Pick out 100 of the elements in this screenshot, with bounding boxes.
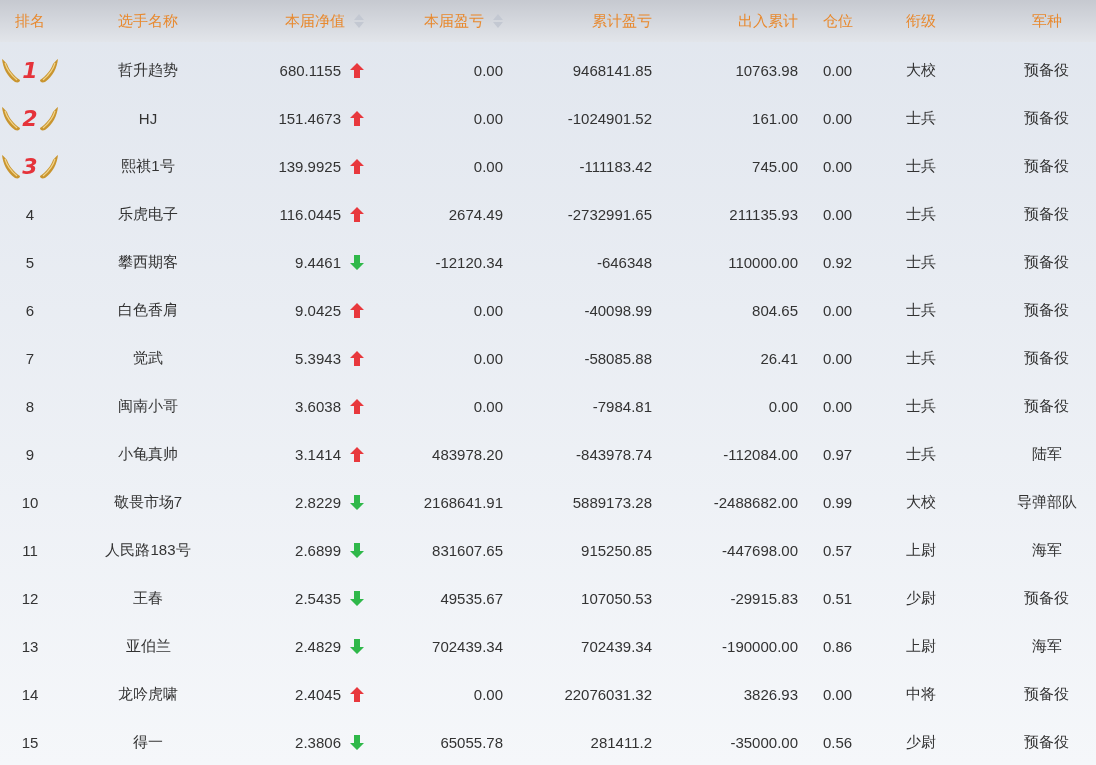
table-cell: -35000.00 <box>730 733 798 751</box>
table-cell: 0.00 <box>473 349 503 367</box>
rank-number: 10 <box>21 493 39 511</box>
table-cell: 0.00 <box>822 349 853 367</box>
table-cell: 预备役 <box>1024 108 1069 128</box>
player-name: 乐虎电子 <box>118 204 178 224</box>
column-header[interactable]: 本届盈亏 <box>424 11 503 31</box>
table-cell: 281411.2 <box>590 733 652 751</box>
table-cell: -1024901.52 <box>567 109 652 127</box>
table-cell: 预备役 <box>1024 348 1069 368</box>
table-cell: 2.8229 <box>295 493 341 511</box>
table-cell: 107050.53 <box>581 589 652 607</box>
table-cell: -2488682.00 <box>713 493 798 511</box>
player-name: 敬畏市场7 <box>113 492 183 512</box>
table-cell: 0.00 <box>473 109 503 127</box>
table-cell: 915250.85 <box>581 541 652 559</box>
table-cell: 士兵 <box>906 348 936 368</box>
table-cell: 士兵 <box>906 252 936 272</box>
table-cell: 士兵 <box>906 300 936 320</box>
table-cell: 导弹部队 <box>1016 492 1077 512</box>
table-cell: 士兵 <box>906 444 936 464</box>
table-cell: 10763.98 <box>735 61 798 79</box>
table-cell: 士兵 <box>906 156 936 176</box>
table-cell: -7984.81 <box>592 397 652 415</box>
table-cell: 大校 <box>906 60 936 80</box>
player-name: 白色香肩 <box>118 300 178 320</box>
table-cell: 831607.65 <box>432 541 503 559</box>
rank-number: 15 <box>21 733 39 751</box>
table-cell: 陆军 <box>1031 444 1062 464</box>
table-cell: 26.41 <box>760 349 798 367</box>
rank-number: 12 <box>21 589 39 607</box>
table-cell: 0.00 <box>822 61 853 79</box>
table-cell: 0.00 <box>822 301 853 319</box>
wing-icon <box>1 104 22 132</box>
rank-number: 13 <box>21 637 39 655</box>
table-cell: 2.4045 <box>295 685 341 703</box>
table-cell: 士兵 <box>906 108 936 128</box>
player-name: 闽南小哥 <box>118 396 178 416</box>
rank-number: 8 <box>25 397 35 415</box>
table-cell: 0.00 <box>822 205 853 223</box>
table-cell: 139.9925 <box>278 157 341 175</box>
player-name: HJ <box>138 109 158 127</box>
table-cell: 2.3806 <box>295 733 341 751</box>
table-cell: 预备役 <box>1024 588 1069 608</box>
table-cell: 483978.20 <box>432 445 503 463</box>
rank-number: 14 <box>21 685 39 703</box>
table-cell: 2168641.91 <box>423 493 503 511</box>
table-cell: 少尉 <box>906 732 936 752</box>
wing-icon <box>38 152 59 180</box>
table-cell: 3826.93 <box>743 685 798 703</box>
table-cell: 0.97 <box>822 445 853 463</box>
table-cell: 预备役 <box>1024 156 1069 176</box>
column-header: 军种 <box>1031 11 1062 31</box>
table-cell: 预备役 <box>1024 252 1069 272</box>
rank-number: 3 <box>22 153 38 179</box>
table-cell: 预备役 <box>1024 204 1069 224</box>
rank-number: 1 <box>22 57 38 83</box>
column-header: 衔级 <box>906 11 936 31</box>
table-cell: 0.99 <box>822 493 853 511</box>
table-cell: -190000.00 <box>722 637 798 655</box>
table-cell: 49535.67 <box>440 589 503 607</box>
rank-number: 11 <box>22 541 38 559</box>
table-cell: 65055.78 <box>440 733 503 751</box>
table-cell: 0.00 <box>473 685 503 703</box>
table-cell: -12120.34 <box>435 253 503 271</box>
table-cell: 上尉 <box>906 540 936 560</box>
table-cell: 2.6899 <box>295 541 341 559</box>
table-cell: 0.00 <box>768 397 798 415</box>
table-cell: 预备役 <box>1024 300 1069 320</box>
table-cell: -447698.00 <box>722 541 798 559</box>
table-cell: 预备役 <box>1024 684 1069 704</box>
table-cell: 680.1155 <box>279 61 341 79</box>
wing-icon <box>1 152 22 180</box>
table-cell: -112084.00 <box>723 445 798 463</box>
table-cell: 2.4829 <box>295 637 341 655</box>
table-cell: 3.6038 <box>295 397 341 415</box>
rank-number: 2 <box>22 105 38 131</box>
table-cell: 大校 <box>906 492 936 512</box>
table-cell: -843978.74 <box>576 445 652 463</box>
table-cell: 0.00 <box>822 397 853 415</box>
player-name: 亚伯兰 <box>125 636 171 656</box>
table-cell: 中将 <box>906 684 936 704</box>
rank-number: 5 <box>25 253 35 271</box>
table-cell: -111183.42 <box>579 157 652 175</box>
wing-icon <box>38 104 59 132</box>
table-cell: 161.00 <box>752 109 798 127</box>
column-header[interactable]: 本届净值 <box>285 11 364 31</box>
table-cell: 0.00 <box>473 301 503 319</box>
table-cell: 804.65 <box>752 301 798 319</box>
player-name: 哲升趋势 <box>118 60 178 80</box>
table-cell: 211135.93 <box>729 205 798 223</box>
table-cell: 0.00 <box>822 109 853 127</box>
table-cell: 0.56 <box>822 733 853 751</box>
player-name: 王春 <box>133 588 163 608</box>
table-cell: 151.4673 <box>278 109 341 127</box>
table-cell: 0.00 <box>822 157 853 175</box>
column-header: 仓位 <box>822 11 853 31</box>
table-cell: 702439.34 <box>581 637 652 655</box>
player-name: 人民路183号 <box>105 540 191 560</box>
table-cell: 0.86 <box>822 637 853 655</box>
